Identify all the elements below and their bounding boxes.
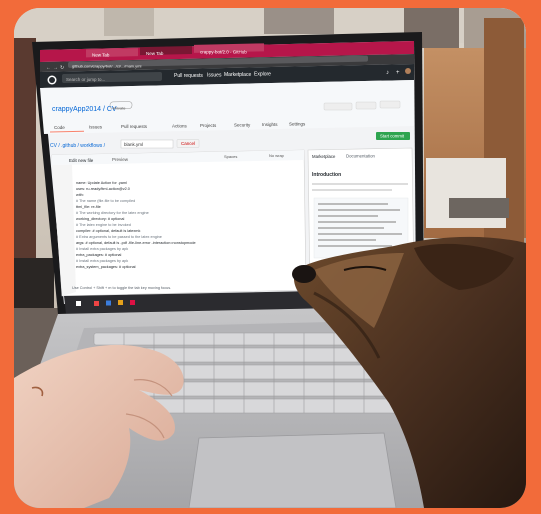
back-icon[interactable]: ← bbox=[46, 65, 51, 71]
photo-frame: New Tab New Tab crappy-bot/2.0 - GitHub … bbox=[0, 0, 541, 514]
nav-pull-requests[interactable]: Pull requests bbox=[174, 73, 203, 79]
unwatch-button[interactable] bbox=[323, 102, 353, 111]
code-line: # Extra arguments to be passed to the la… bbox=[76, 235, 162, 239]
taskbar-app-icon[interactable] bbox=[106, 300, 111, 306]
url-text: github.com/crappy/bot/.../ci/.../main.ym… bbox=[72, 64, 141, 69]
tab-insights[interactable]: Insights bbox=[262, 122, 278, 127]
fork-button[interactable] bbox=[379, 100, 401, 109]
tab-1[interactable]: New Tab bbox=[86, 48, 138, 58]
taskbar-app-icon[interactable] bbox=[94, 301, 99, 306]
code-line: extra_packages: # optional bbox=[76, 253, 122, 257]
nav-issues[interactable]: Issues bbox=[207, 73, 222, 79]
tab-projects[interactable]: Projects bbox=[200, 123, 217, 128]
code-line: extra_system_packages: # optional bbox=[76, 265, 136, 269]
tab-1-label: New Tab bbox=[92, 53, 110, 58]
indent-mode-select[interactable]: Spaces bbox=[224, 154, 237, 159]
start-commit-label: Start commit bbox=[380, 134, 405, 139]
visibility-badge: Private bbox=[113, 106, 126, 111]
trackpad[interactable] bbox=[188, 432, 397, 508]
sidebar-tab-documentation[interactable]: Documentation bbox=[346, 154, 376, 159]
plus-icon[interactable]: + bbox=[396, 70, 400, 76]
breadcrumb: CV / .github / workflows / bbox=[50, 143, 106, 149]
tab-settings[interactable]: Settings bbox=[289, 122, 306, 127]
code-line: args: # optional, default is -pdf -file-… bbox=[76, 241, 196, 245]
edit-file-tab[interactable]: Edit new file bbox=[69, 158, 94, 163]
search-placeholder: Search or jump to... bbox=[66, 77, 105, 82]
tab-2-label: New Tab bbox=[146, 51, 164, 56]
tab-code[interactable]: Code bbox=[54, 125, 65, 130]
tab-issues[interactable]: Issues bbox=[89, 125, 103, 130]
code-line: # The latex engine to be invoked bbox=[76, 223, 131, 227]
nav-marketplace[interactable]: Marketplace bbox=[224, 72, 251, 78]
code-line: ttml_file: re-file bbox=[76, 205, 101, 209]
tab-pull-requests[interactable]: Pull requests bbox=[121, 124, 148, 129]
taskbar-app-icon[interactable] bbox=[130, 300, 135, 305]
code-line: # Install extra packages by apk bbox=[76, 259, 128, 263]
tab-3-label: crappy-bot/2.0 - GitHub bbox=[200, 50, 247, 55]
reload-icon[interactable]: ↻ bbox=[60, 65, 64, 71]
editor-footer-hint: Use Control + Shift + m to toggle the ta… bbox=[72, 286, 171, 290]
repo-name[interactable]: crappyApp2014 / CV bbox=[52, 106, 117, 113]
tab-security[interactable]: Security bbox=[234, 123, 251, 128]
scene: New Tab New Tab crappy-bot/2.0 - GitHub … bbox=[14, 8, 526, 508]
code-line: working_directory: # optional bbox=[76, 217, 124, 221]
forward-icon[interactable]: → bbox=[53, 65, 58, 71]
code-line: # The name (file-file to be compiled bbox=[76, 199, 135, 203]
cancel-label: Cancel bbox=[181, 141, 195, 146]
star-button[interactable] bbox=[355, 101, 377, 110]
taskbar-app-icon[interactable] bbox=[118, 300, 123, 305]
start-icon[interactable] bbox=[76, 301, 81, 306]
code-line: name: Update Action for .yaml bbox=[76, 181, 127, 185]
dog-nose bbox=[292, 265, 316, 283]
photo: New Tab New Tab crappy-bot/2.0 - GitHub … bbox=[14, 8, 526, 508]
code-line: uses: ru-ready/ttml-action@v2.0 bbox=[76, 187, 130, 191]
code-line: # Install extra packages by apk bbox=[76, 247, 128, 251]
nav-explore[interactable]: Explore bbox=[254, 72, 271, 78]
tab-actions[interactable]: Actions bbox=[172, 124, 188, 129]
preview-tab[interactable]: Preview bbox=[112, 157, 129, 162]
sidebar-tab-marketplace[interactable]: Marketplace bbox=[312, 154, 336, 159]
filename-value: blank.yml bbox=[124, 142, 143, 147]
sidebar-heading: Introduction bbox=[312, 172, 341, 178]
wrap-mode-select[interactable]: No wrap bbox=[269, 153, 285, 158]
code-line: compiler: # optional, default is latexmk bbox=[76, 229, 140, 233]
code-line: with: bbox=[76, 193, 84, 197]
bell-icon[interactable]: ♪ bbox=[386, 70, 389, 76]
avatar[interactable] bbox=[405, 68, 411, 74]
code-line: # The working directory for the latex en… bbox=[76, 211, 149, 215]
